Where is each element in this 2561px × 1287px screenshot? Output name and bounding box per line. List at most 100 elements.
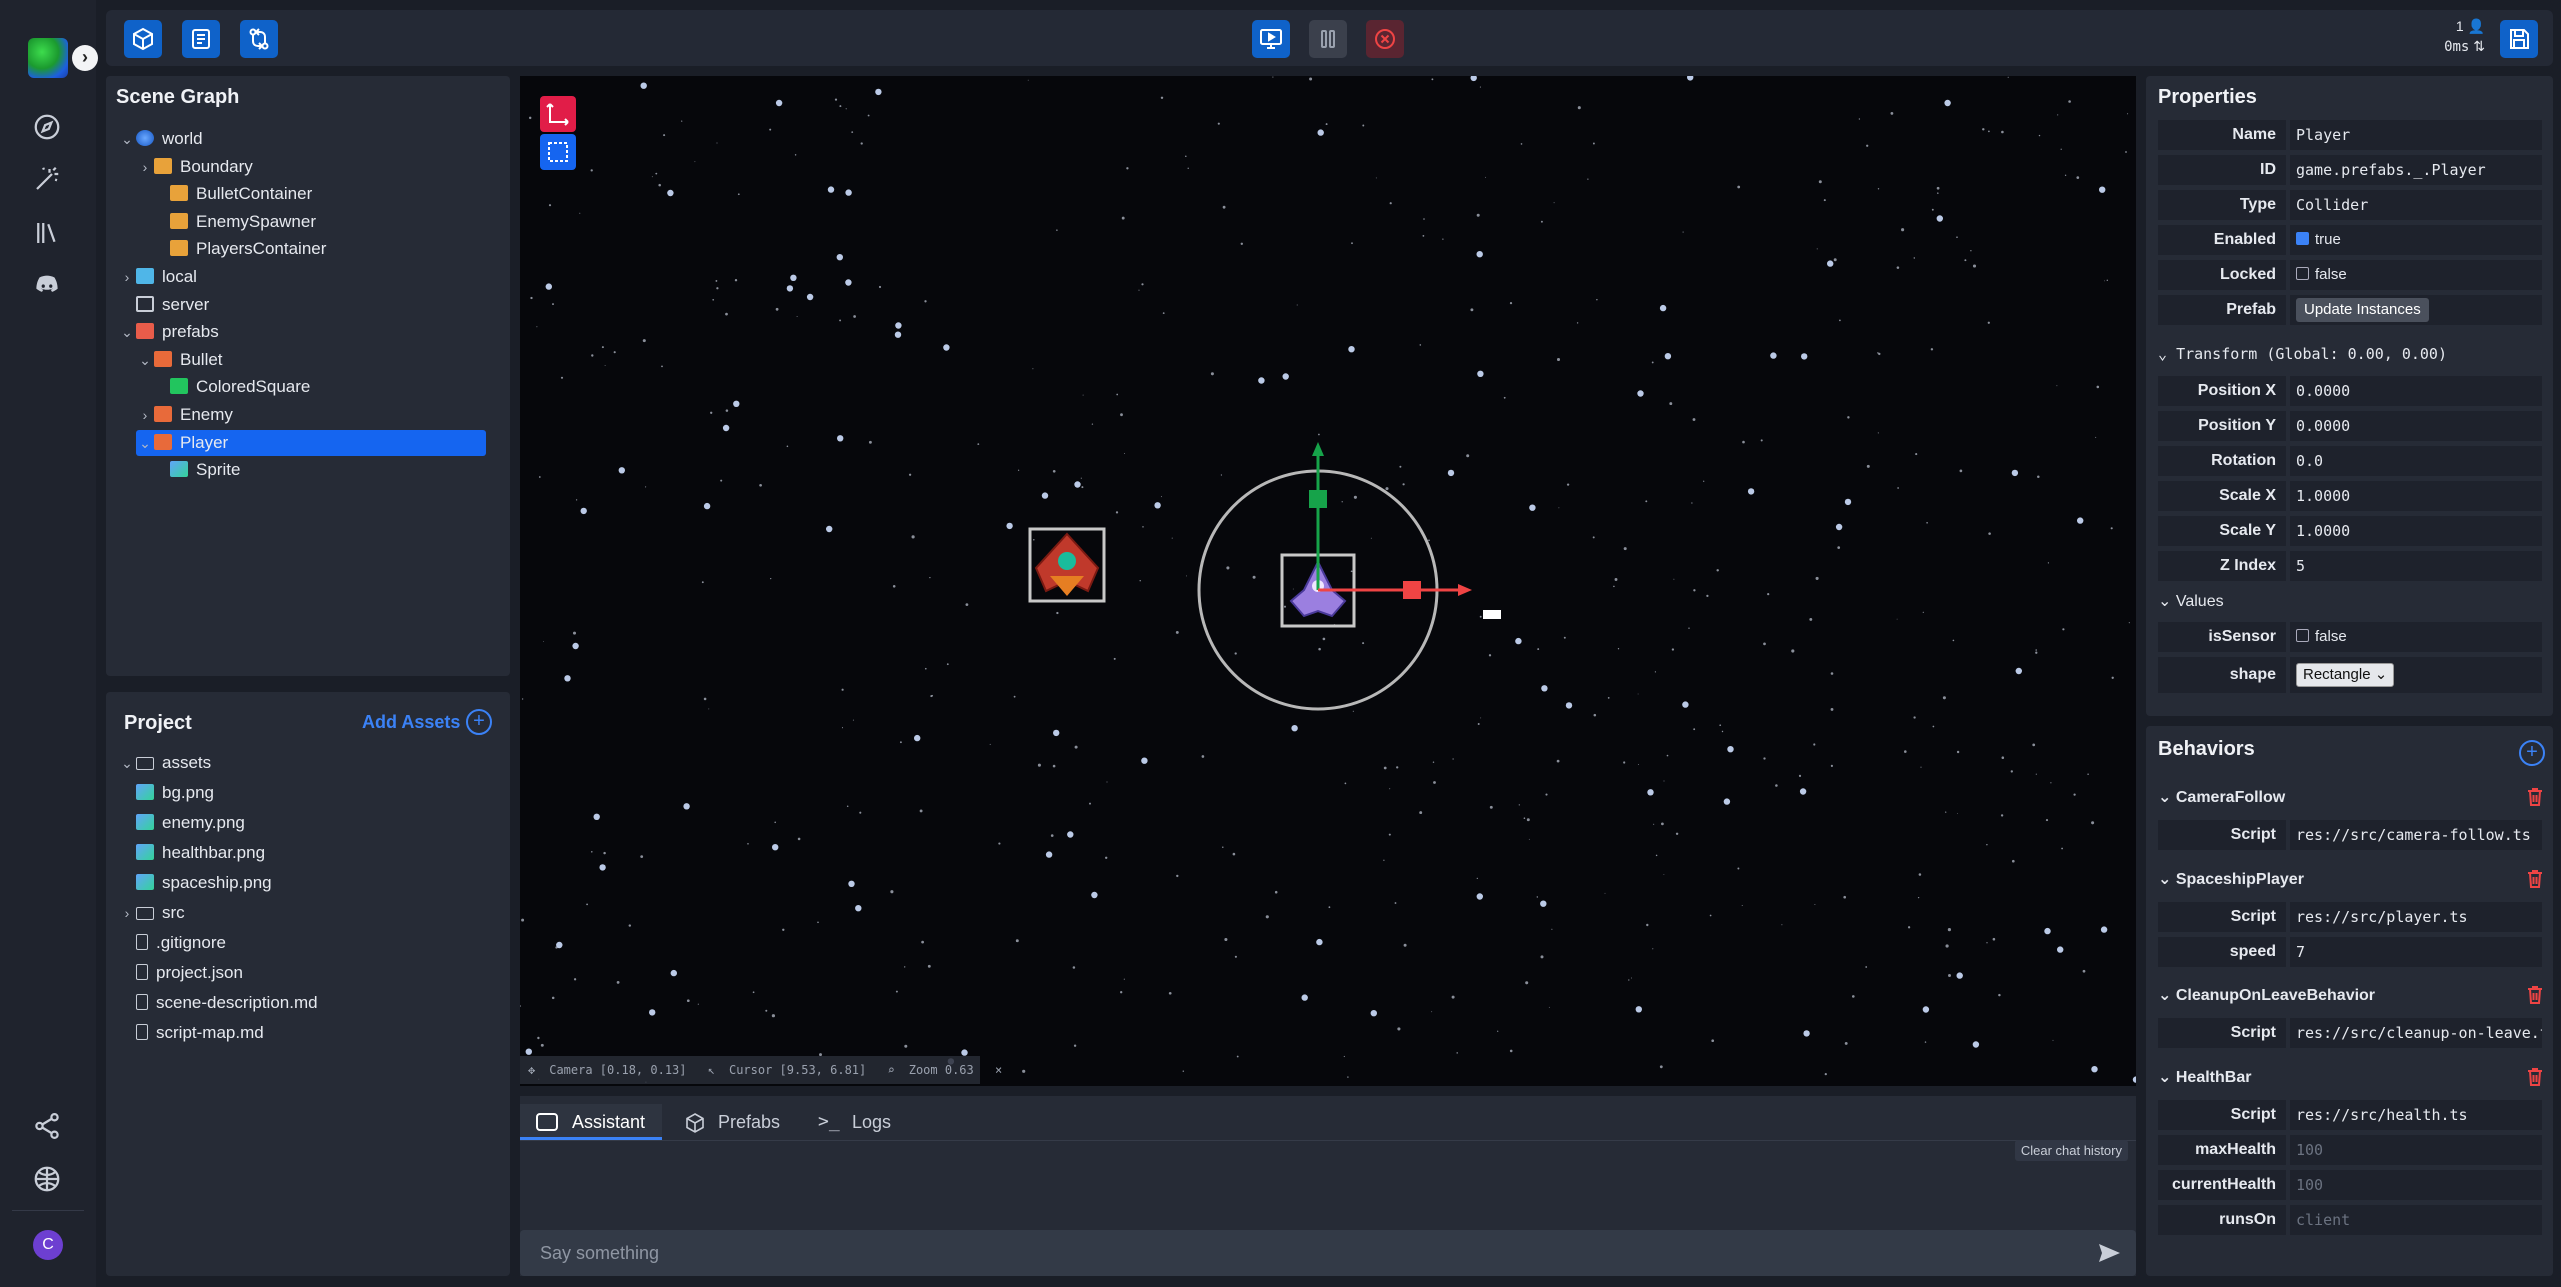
settings-network-icon[interactable] [32,1164,62,1194]
user-avatar[interactable]: C [33,1230,63,1260]
star [1160,96,1164,100]
z-index-input[interactable]: 5 [2290,551,2542,581]
chat-input[interactable]: Say something [520,1230,2136,1276]
app-logo[interactable] [28,38,68,78]
current-health-input[interactable]: 100 [2290,1170,2542,1200]
send-icon[interactable] [2096,1240,2122,1266]
enabled-checkbox[interactable] [2296,232,2309,245]
camera-follow-script-input[interactable]: res://src/camera-follow.ts [2290,820,2542,850]
trash-icon[interactable] [2525,1066,2545,1088]
enemy-sprite[interactable] [1028,527,1106,603]
is-sensor-checkbox[interactable] [2296,629,2309,642]
player-selection-gizmo[interactable] [1197,442,1472,711]
max-health-input[interactable]: 100 [2290,1135,2542,1165]
scene-node[interactable]: server [118,292,486,318]
trash-icon[interactable] [2525,984,2545,1006]
project-file[interactable]: .gitignore [136,930,226,956]
cleanup-script-input[interactable]: res://src/cleanup-on-leave.ts [2290,1018,2542,1048]
update-instances-button[interactable]: Update Instances [2296,298,2429,322]
chevron-down-icon[interactable]: ⌄ [118,319,136,345]
runs-on-input[interactable]: client [2290,1205,2542,1235]
scene-viewport[interactable]: ✥ Camera [0.18, 0.13] ↖ Cursor [9.53, 6.81… [520,76,2136,1086]
chevron-down-icon[interactable]: ⌄ [118,126,136,152]
project-file[interactable]: enemy.png [136,810,245,836]
values-section-header[interactable]: ⌄ Values [2158,590,2224,614]
compass-icon[interactable] [32,112,62,142]
star [1217,122,1220,125]
add-assets-link[interactable]: Add Assets [362,712,460,733]
scene-node[interactable]: › local [118,264,486,290]
project-file[interactable]: ⌄ assets [118,750,211,776]
scene-node[interactable]: ⌄ Bullet [136,347,486,373]
star [2128,622,2130,624]
scene-node[interactable]: ⌄ world [118,126,486,152]
star [1775,784,1778,787]
clear-chat-button[interactable]: Clear chat history [2014,1140,2128,1161]
play-preview-button[interactable] [1252,20,1290,58]
scene-node[interactable]: EnemySpawner [152,209,486,235]
chevron-down-icon[interactable]: ⌄ [136,347,154,373]
healthbar-script-input[interactable]: res://src/health.ts [2290,1100,2542,1130]
spaceship-player-script-input[interactable]: res://src/player.ts [2290,902,2542,932]
project-file[interactable]: script-map.md [136,1020,264,1046]
scale-x-input[interactable]: 1.0000 [2290,481,2542,511]
chevron-right-icon[interactable]: › [136,154,154,180]
move-tool-button[interactable] [540,96,576,132]
library-icon[interactable] [32,218,62,248]
position-y-input[interactable]: 0.0000 [2290,411,2542,441]
chevron-right-icon[interactable]: › [118,264,136,290]
chevron-right-icon[interactable]: › [136,402,154,428]
plus-circle-icon[interactable]: + [466,709,492,735]
project-file[interactable]: healthbar.png [136,840,265,866]
scene-node[interactable]: › Enemy [136,402,486,428]
rotation-input[interactable]: 0.0 [2290,446,2542,476]
cleanup-header[interactable]: ⌄ CleanupOnLeaveBehavior [2158,984,2375,1008]
scene-node[interactable]: BulletContainer [152,181,486,207]
trash-icon[interactable] [2525,786,2545,808]
scene-cube-button[interactable] [124,20,162,58]
healthbar-header[interactable]: ⌄ HealthBar [2158,1066,2251,1090]
project-file[interactable]: › src [118,900,185,926]
project-file[interactable]: scene-description.md [136,990,318,1016]
save-button[interactable] [2500,20,2538,58]
add-behavior-icon[interactable]: + [2519,740,2545,766]
chevron-down-icon[interactable]: ⌄ [136,430,154,456]
position-x-input[interactable]: 0.0000 [2290,376,2542,406]
magic-wand-icon[interactable] [32,164,62,194]
share-icon[interactable] [32,1111,62,1141]
trash-icon[interactable] [2525,868,2545,890]
stop-button[interactable] [1366,20,1404,58]
scene-node[interactable]: › Boundary [136,154,486,180]
discord-icon[interactable] [32,270,62,300]
project-file[interactable]: spaceship.png [136,870,272,896]
expand-sidebar-button[interactable]: › [72,45,98,71]
scene-node[interactable]: ColoredSquare [152,374,486,400]
pause-button[interactable] [1309,20,1347,58]
scene-node[interactable]: PlayersContainer [152,236,486,262]
select-tool-button[interactable] [540,134,576,170]
star [1987,321,1990,324]
speed-input[interactable]: 7 [2290,937,2542,967]
star [1623,761,1626,764]
project-file[interactable]: project.json [136,960,243,986]
scene-node[interactable]: ⌄ Player [136,429,486,456]
prop-name-input[interactable]: Player [2290,120,2542,150]
scale-y-input[interactable]: 1.0000 [2290,516,2542,546]
scripts-button[interactable] [182,20,220,58]
transform-section-header[interactable]: ⌄ Transform (Global: 0.00, 0.00) [2158,342,2447,366]
locked-checkbox[interactable] [2296,267,2309,280]
chevron-right-icon[interactable]: › [118,900,136,926]
scene-node[interactable]: ⌄ prefabs [118,319,486,345]
project-file[interactable]: bg.png [136,780,214,806]
camera-follow-header[interactable]: ⌄ CameraFollow [2158,786,2285,810]
git-compare-button[interactable] [240,20,278,58]
prop-id-input[interactable]: game.prefabs._.Player [2290,155,2542,185]
bright-star [1348,346,1355,353]
chevron-down-icon[interactable]: ⌄ [118,750,136,776]
star [1809,617,1813,621]
starfield-background [520,76,2136,1083]
spaceship-player-header[interactable]: ⌄ SpaceshipPlayer [2158,868,2304,892]
close-status-button[interactable]: × [995,1063,1002,1077]
scene-node[interactable]: Sprite [152,457,486,483]
shape-select[interactable]: Rectangle ⌄ [2296,663,2395,687]
